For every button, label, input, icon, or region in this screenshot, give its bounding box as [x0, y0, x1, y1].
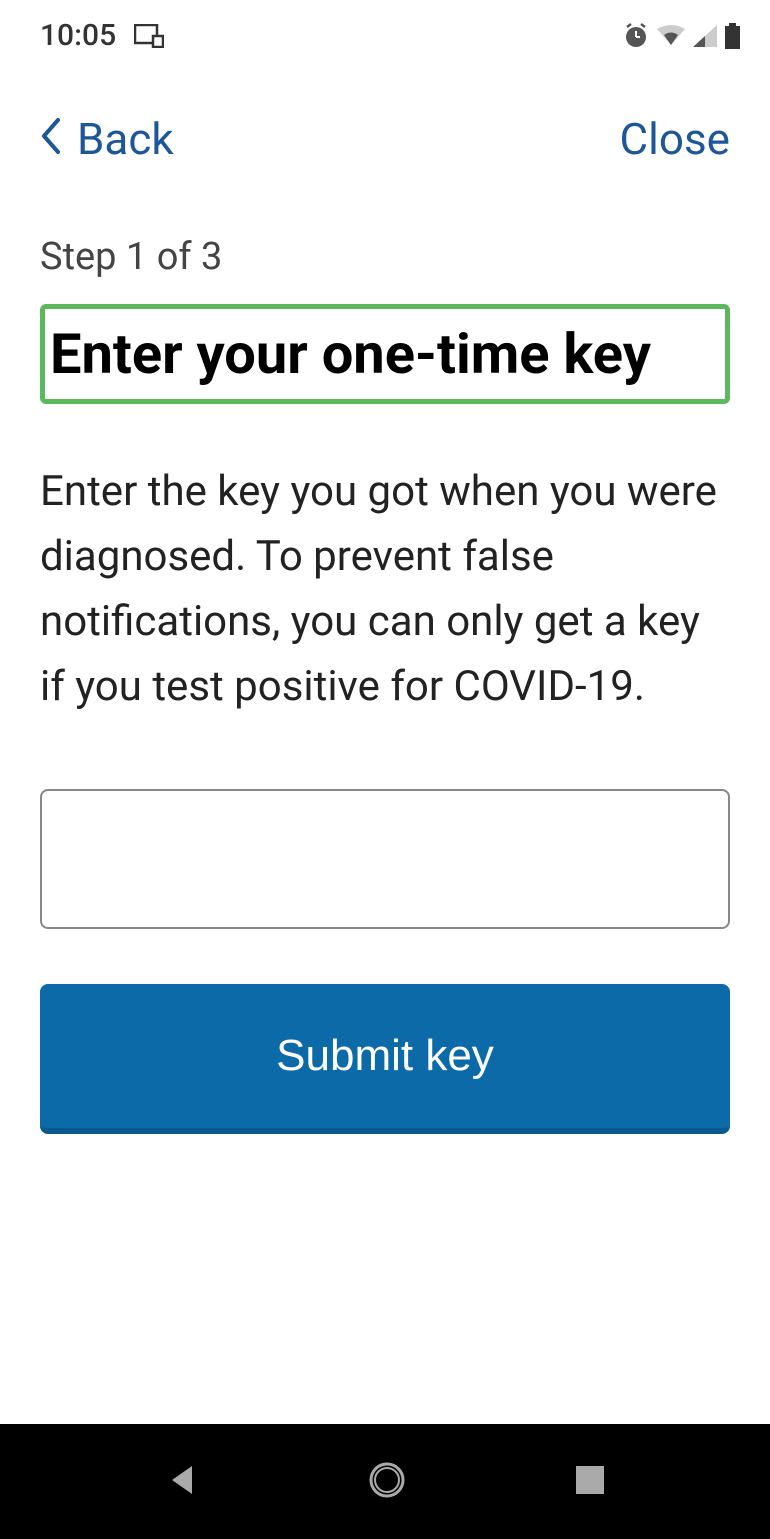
back-button[interactable]: Back: [40, 113, 174, 165]
submit-button[interactable]: Submit key: [40, 984, 730, 1134]
step-indicator: Step 1 of 3: [40, 235, 730, 279]
close-label: Close: [620, 113, 730, 165]
close-button[interactable]: Close: [620, 113, 730, 165]
status-time: 10:05: [40, 18, 116, 53]
alarm-icon: [623, 23, 649, 49]
android-nav-bar: [0, 1424, 770, 1539]
status-bar: 10:05: [0, 0, 770, 63]
key-input[interactable]: [40, 789, 730, 929]
heading-highlight: Enter your one-time key: [40, 304, 730, 404]
wifi-icon: [657, 25, 685, 47]
page-heading: Enter your one-time key: [50, 319, 720, 389]
android-home-icon[interactable]: [367, 1460, 407, 1504]
cast-icon: [134, 24, 164, 48]
battery-icon: [725, 23, 740, 49]
main-content: Step 1 of 3 Enter your one-time key Ente…: [0, 205, 770, 1164]
nav-bar: Back Close: [0, 63, 770, 205]
instruction-text: Enter the key you got when you were diag…: [40, 459, 730, 719]
signal-icon: [693, 25, 717, 47]
chevron-left-icon: [40, 113, 62, 165]
back-label: Back: [77, 113, 174, 165]
android-back-icon[interactable]: [164, 1462, 200, 1502]
android-recent-icon[interactable]: [574, 1464, 606, 1500]
